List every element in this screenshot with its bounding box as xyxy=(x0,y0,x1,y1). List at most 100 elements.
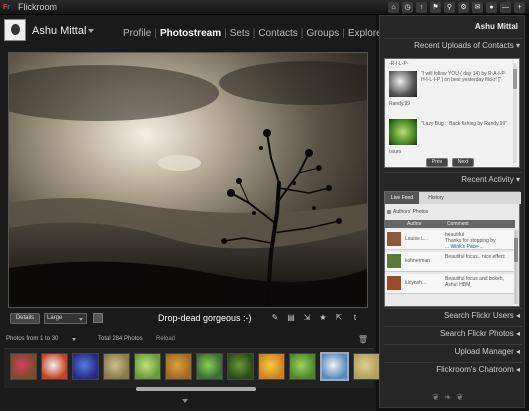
rss-icon[interactable]: ⚑ xyxy=(430,2,441,13)
photos-info: Photos from 1 to 30 Total 284 Photos Rel… xyxy=(4,335,374,345)
home-icon[interactable]: ⌂ xyxy=(388,2,399,13)
app-title: Flickroom xyxy=(18,2,58,12)
activity-thumbnail[interactable] xyxy=(387,232,401,246)
upload-user[interactable]: Randy.99 xyxy=(389,101,410,107)
app-logo: Fr xyxy=(3,4,11,11)
mail-icon[interactable]: ✉ xyxy=(472,2,483,13)
thumbnail-list xyxy=(10,352,380,381)
favorite-icon[interactable]: ★ xyxy=(318,313,328,323)
avatar[interactable] xyxy=(4,19,26,41)
upload-thumbnail[interactable] xyxy=(389,119,417,145)
filmstrip-scrollbar[interactable] xyxy=(136,387,256,391)
status-icon[interactable]: ● xyxy=(486,2,497,13)
activity-comment: Beautiful focus and bokeh, Ashu! HBM xyxy=(445,276,504,288)
tumblr-icon[interactable]: t xyxy=(350,313,360,323)
activity-comment: Beautiful focus.. nice effect xyxy=(445,254,505,260)
share-icon[interactable]: ⇱ xyxy=(334,313,344,323)
filmstrip xyxy=(4,348,380,388)
tab-live-feed[interactable]: Live Feed xyxy=(385,192,419,204)
thumb-pattern[interactable] xyxy=(196,353,223,380)
activity-author[interactable]: Louise L... xyxy=(405,236,428,242)
nav-groups[interactable]: Groups xyxy=(303,28,342,39)
col-comment: Comment xyxy=(447,221,469,227)
main-photo[interactable] xyxy=(8,52,368,308)
recent-uploads-header[interactable]: Recent Uploads of Contacts ▾ xyxy=(384,38,522,52)
comment-icon[interactable]: ▤ xyxy=(286,313,296,323)
recent-uploads-box: -R-I-L-P- "I will follow YOU ( day 14) b… xyxy=(384,58,520,168)
user-name[interactable]: Ashu Mittal xyxy=(32,25,86,37)
details-button[interactable]: Details xyxy=(10,313,40,324)
reload-link[interactable]: Reload xyxy=(156,336,175,342)
activity-row[interactable]: kohnerman Beautiful focus.. nice effect xyxy=(385,252,515,272)
col-author: Author xyxy=(407,221,422,227)
activity-author[interactable]: kohnerman xyxy=(405,258,430,264)
ornament-icon: ❦ ❧ ❦ xyxy=(432,392,465,402)
thumb-orange-flower[interactable] xyxy=(258,353,285,380)
download-icon[interactable]: ⇲ xyxy=(302,313,312,323)
clock-icon[interactable]: ◷ xyxy=(402,2,413,13)
thumb-macro[interactable] xyxy=(227,353,254,380)
upload-user-tag: -R-I-L-P- xyxy=(389,61,409,67)
photo-toolbar: Details Large Drop-dead gorgeous :-) ✎ ▤ ⇲… xyxy=(8,312,368,326)
edit-icon[interactable]: ✎ xyxy=(270,313,280,323)
search-icon[interactable]: ⚲ xyxy=(444,2,455,13)
upload-user[interactable]: Isiuro xyxy=(389,149,401,155)
nav-photostream[interactable]: Photostream xyxy=(157,28,224,39)
thumb-flickr-logo[interactable] xyxy=(72,353,99,380)
thumb-sand[interactable] xyxy=(353,353,380,380)
sidebar-panel: Ashu Mittal Recent Uploads of Contacts ▾… xyxy=(379,15,525,408)
search-users-section[interactable]: Search Flickr Users ◂ xyxy=(384,308,522,322)
user-header: Ashu Mittal Profile | Photostream | Sets | Con… xyxy=(0,15,387,47)
uploads-scrollbar[interactable] xyxy=(513,63,517,163)
activity-row[interactable]: lucynsh... Beautiful focus and bokeh, As… xyxy=(385,274,515,294)
activity-author[interactable]: lucynsh... xyxy=(405,280,426,286)
activity-row[interactable]: Louise L... beautiful Thanks for stopping… xyxy=(385,230,515,250)
photos-range[interactable]: Photos from 1 to 30 xyxy=(6,336,58,342)
user-menu-caret-icon[interactable] xyxy=(88,29,94,33)
activity-scrollbar[interactable] xyxy=(514,230,518,304)
thumb-leaf[interactable] xyxy=(134,353,161,380)
thumb-green[interactable] xyxy=(289,353,316,380)
settings-icon[interactable]: ⚙ xyxy=(458,2,469,13)
nav-profile[interactable]: Profile xyxy=(120,28,154,39)
activity-table-header: Author Comment xyxy=(385,220,515,228)
upload-manager-section[interactable]: Upload Manager ◂ xyxy=(384,344,522,358)
recent-activity-header[interactable]: Recent Activity ▾ xyxy=(384,172,522,186)
tab-history[interactable]: History xyxy=(419,192,453,204)
size-select[interactable]: Large xyxy=(44,313,87,324)
activity-thumbnail[interactable] xyxy=(387,254,401,268)
range-caret-icon[interactable] xyxy=(72,338,76,341)
title-bar: Fr Flickroom ⌂ ◷ ↑ ⚑ ⚲ ⚙ ✉ ● — + xyxy=(0,0,529,15)
prev-button[interactable]: Prev xyxy=(426,158,448,167)
trash-icon[interactable]: 🗑 xyxy=(358,335,368,344)
activity-thumbnail[interactable] xyxy=(387,276,401,290)
thumb-blue-flower[interactable] xyxy=(320,352,349,381)
chatroom-section[interactable]: Flickroom's Chatroom ◂ xyxy=(384,362,522,376)
expand-down-icon[interactable] xyxy=(182,399,188,403)
photo-landscape xyxy=(9,53,367,307)
top-toolbar: ⌂ ◷ ↑ ⚑ ⚲ ⚙ ✉ ● — + xyxy=(388,2,525,13)
photo-title: Drop-dead gorgeous :-) xyxy=(158,313,252,323)
upload-icon[interactable]: ↑ xyxy=(416,2,427,13)
nav-contacts[interactable]: Contacts xyxy=(255,28,300,39)
authors-photos-filter[interactable]: Authors' Photos xyxy=(385,207,521,217)
upload-caption: "Lazy Bug :: Back fishing by Randy.99" xyxy=(421,121,508,127)
thumb-ruins[interactable] xyxy=(103,353,130,380)
recent-activity-box: Live Feed History Authors' Photos Author… xyxy=(384,191,521,307)
search-photos-section[interactable]: Search Flickr Photos ◂ xyxy=(384,326,522,340)
upload-thumbnail[interactable] xyxy=(389,71,417,97)
main-nav: Profile | Photostream | Sets | Contacts | Groups… xyxy=(120,28,390,39)
activity-comment: beautiful Thanks for stopping by... Wink'… xyxy=(445,232,496,250)
thumb-autumn[interactable] xyxy=(165,353,192,380)
maximize-icon[interactable]: + xyxy=(514,2,525,13)
thumb-flowers[interactable] xyxy=(10,353,37,380)
next-button[interactable]: Next xyxy=(452,158,474,167)
photo-actions: ✎ ▤ ⇲ ★ ⇱ t xyxy=(270,313,360,323)
main-panel: Ashu Mittal Profile | Photostream | Sets | Con… xyxy=(0,15,387,411)
activity-link[interactable]: ... Wink's Pace-... xyxy=(445,244,484,250)
thumb-abstract[interactable] xyxy=(41,353,68,380)
nav-sets[interactable]: Sets xyxy=(227,28,253,39)
minimize-icon[interactable]: — xyxy=(500,2,511,13)
photos-total: Total 284 Photos xyxy=(98,336,143,342)
size-checkbox[interactable] xyxy=(93,313,103,323)
